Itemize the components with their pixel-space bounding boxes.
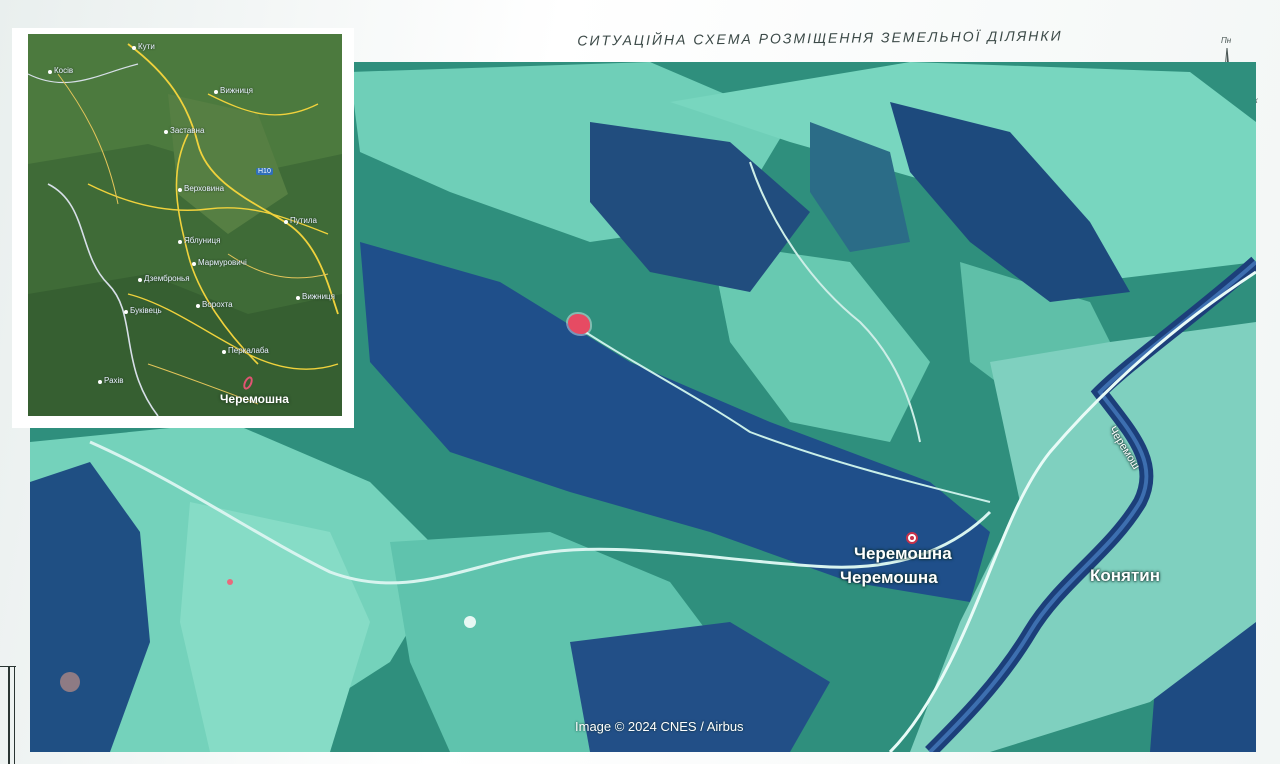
town-label: Ворохта: [202, 300, 233, 309]
town-label: Путила: [290, 216, 317, 225]
town-label: Буківець: [130, 306, 162, 315]
town-dot: [296, 296, 300, 300]
town-dot: [196, 304, 200, 308]
scheme-title: СИТУАЦІЙНА СХЕМА РОЗМІЩЕННЯ ЗЕМЕЛЬНОЇ ДІ…: [577, 27, 1063, 49]
document-sheet: СИТУАЦІЙНА СХЕМА РОЗМІЩЕННЯ ЗЕМЕЛЬНОЇ ДІ…: [0, 0, 1280, 764]
imagery-attribution: Image © 2024 CNES / Airbus: [575, 719, 744, 734]
town-label: Мармуровичі: [198, 258, 247, 267]
town-dot: [222, 350, 226, 354]
road-badge-icon: Н10: [256, 168, 273, 175]
town-label: Рахів: [104, 376, 124, 385]
town-dot: [164, 130, 168, 134]
town-dot: [178, 188, 182, 192]
town-label: Косів: [54, 66, 74, 75]
place-pin-icon[interactable]: [906, 532, 918, 544]
place-label-konyatyn: Конятин: [1090, 566, 1160, 585]
town-dot: [284, 220, 288, 224]
town-dot: [178, 240, 182, 244]
town-dot: [132, 46, 136, 50]
town-label: Кути: [138, 42, 155, 51]
frame-line-left-inner: [14, 666, 15, 764]
place-label-cheremoshna: Черемошна: [854, 544, 952, 563]
town-label: Верховина: [184, 184, 225, 193]
inset-target-label: Черемошна: [220, 392, 289, 406]
place-label-cheremoshna-2: Черемошна: [840, 568, 938, 587]
town-label: Вижниця: [302, 292, 335, 301]
inset-map-canvas: Кути Косів Вижниця Заставна Верховина Н1…: [28, 34, 342, 416]
town-label: Дзембронья: [144, 274, 190, 283]
frame-line-horizontal: [0, 666, 16, 667]
town-dot: [192, 262, 196, 266]
frame-line-left: [8, 666, 10, 764]
town-dot: [214, 90, 218, 94]
town-label: Вижниця: [220, 86, 253, 95]
inset-terrain: [28, 34, 342, 416]
town-dot: [48, 70, 52, 74]
town-label: Заставна: [170, 126, 205, 135]
town-label: Перкалаба: [228, 346, 269, 355]
compass-north-label: Пн: [1221, 36, 1232, 45]
town-dot: [98, 380, 102, 384]
town-dot: [138, 278, 142, 282]
town-label: Яблуниця: [184, 236, 221, 245]
land-plot-marker[interactable]: [568, 314, 590, 334]
town-dot: [124, 310, 128, 314]
inset-overview-map[interactable]: Кути Косів Вижниця Заставна Верховина Н1…: [12, 28, 354, 428]
